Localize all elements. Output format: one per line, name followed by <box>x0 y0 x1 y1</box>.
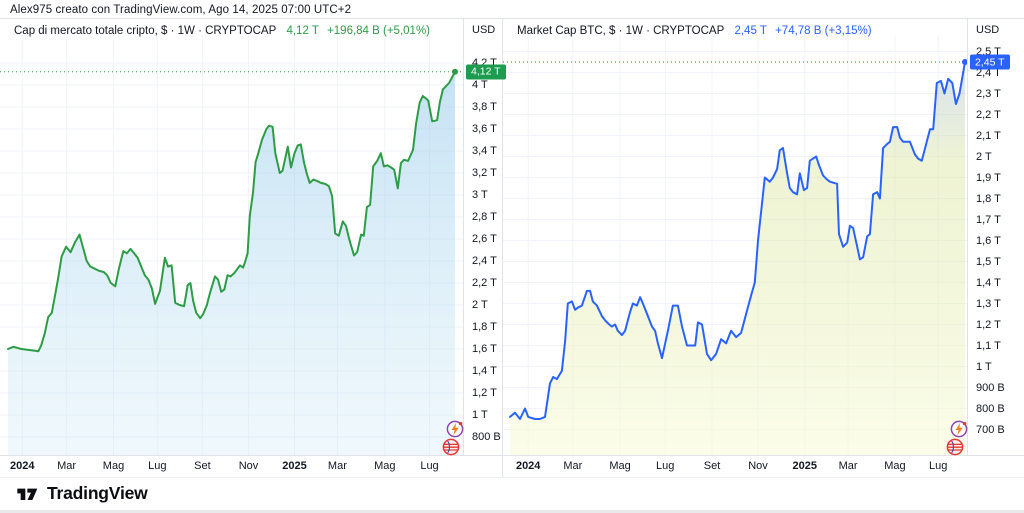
time-tick-label: Lug <box>656 460 674 472</box>
currency-label: USD <box>976 24 999 36</box>
attribution-text: Alex975 creato con TradingView.com, Ago … <box>10 4 351 16</box>
price-tick-label: 3,2 T <box>472 167 497 179</box>
last-value: 4,12 T <box>286 25 318 37</box>
time-tick-label: 2025 <box>793 460 817 472</box>
price-tick-label: 800 B <box>976 403 1005 415</box>
price-tick-label: 1,2 T <box>976 319 1001 331</box>
time-tick-label: Mar <box>839 460 858 472</box>
chart-widget: Cap di mercato totale cripto, $ · 1W · C… <box>0 18 1024 478</box>
globe-badge-icon[interactable] <box>946 438 964 456</box>
price-tick-label: 800 B <box>472 431 501 443</box>
price-tick-label: 700 B <box>976 424 1005 436</box>
price-tick-label: 2,2 T <box>472 277 497 289</box>
time-tick-label: Set <box>704 460 721 472</box>
price-tick-label: 900 B <box>976 382 1005 394</box>
price-tick-label: 1,4 T <box>976 277 1001 289</box>
currency-label: USD <box>472 24 495 36</box>
symbol-title: Cap di mercato totale cripto, $ · 1W · C… <box>14 25 276 37</box>
price-tick-label: 2,8 T <box>472 211 497 223</box>
price-tick-label: 1,8 T <box>472 321 497 333</box>
price-tick-label: 3 T <box>472 189 488 201</box>
price-tick-label: 3,8 T <box>472 101 497 113</box>
panel-header: Market Cap BTC, $ · 1W · CRYPTOCAP 2,45 … <box>517 25 872 37</box>
panel-header: Cap di mercato totale cripto, $ · 1W · C… <box>14 25 430 37</box>
time-tick-label: Nov <box>239 460 259 472</box>
price-tick-label: 1,6 T <box>472 343 497 355</box>
logo-text: TradingView <box>47 483 148 504</box>
price-tick-label: 2 T <box>976 151 992 163</box>
time-tick-label: 2025 <box>282 460 306 472</box>
globe-badge-icon[interactable] <box>442 438 460 456</box>
price-axis[interactable]: USD 2,45 T 2,5 T2,4 T2,3 T2,2 T2,1 T2 T1… <box>967 19 1024 456</box>
time-tick-label: Mar <box>328 460 347 472</box>
price-tick-label: 2,3 T <box>976 88 1001 100</box>
price-tick-label: 1,6 T <box>976 235 1001 247</box>
change-value: +196,84 B (+5,01%) <box>327 25 430 37</box>
price-tick-label: 1,1 T <box>976 340 1001 352</box>
tradingview-logo[interactable]: TradingView <box>16 483 148 504</box>
price-badge: 4,12 T <box>466 64 506 79</box>
price-tick-label: 2,1 T <box>976 130 1001 142</box>
time-tick-label: Lug <box>148 460 166 472</box>
price-tick-label: 1,5 T <box>976 256 1001 268</box>
time-tick-label: 2024 <box>10 460 34 472</box>
price-tick-label: 1,8 T <box>976 193 1001 205</box>
time-tick-label: Lug <box>420 460 438 472</box>
logo-mark-icon <box>16 484 40 504</box>
time-axis[interactable]: 2024 Mar Mag Lug Set Nov 2025 Mar Mag Lug <box>0 455 502 477</box>
price-tick-label: 2,4 T <box>472 255 497 267</box>
price-tick-label: 3,4 T <box>472 145 497 157</box>
time-tick-label: Mag <box>103 460 124 472</box>
time-tick-label: Nov <box>748 460 768 472</box>
lightning-badge-icon[interactable] <box>950 420 968 438</box>
time-tick-label: Set <box>194 460 211 472</box>
time-tick-label: Lug <box>929 460 947 472</box>
price-tick-label: 2 T <box>472 299 488 311</box>
total-crypto-chart-panel: Cap di mercato totale cripto, $ · 1W · C… <box>0 19 503 477</box>
price-tick-label: 1 T <box>472 409 488 421</box>
time-tick-label: 2024 <box>516 460 540 472</box>
time-tick-label: Mar <box>563 460 582 472</box>
price-tick-label: 1,4 T <box>472 365 497 377</box>
time-tick-label: Mag <box>609 460 630 472</box>
price-tick-label: 2,6 T <box>472 233 497 245</box>
time-tick-label: Mag <box>884 460 905 472</box>
price-badge: 2,45 T <box>970 55 1010 70</box>
price-tick-label: 4 T <box>472 79 488 91</box>
price-tick-label: 1,7 T <box>976 214 1001 226</box>
lightning-badge-icon[interactable] <box>446 420 464 438</box>
symbol-title: Market Cap BTC, $ · 1W · CRYPTOCAP <box>517 25 724 37</box>
last-value: 2,45 T <box>734 25 766 37</box>
time-tick-label: Mag <box>374 460 395 472</box>
btc-chart-panel: Market Cap BTC, $ · 1W · CRYPTOCAP 2,45 … <box>503 19 1024 477</box>
price-tick-label: 1,3 T <box>976 298 1001 310</box>
price-tick-label: 1,2 T <box>472 387 497 399</box>
price-axis[interactable]: USD 4,12 T 4,2 T4 T3,8 T3,6 T3,4 T3,2 T3… <box>463 19 502 456</box>
time-tick-label: Mar <box>57 460 76 472</box>
change-value: +74,78 B (+3,15%) <box>775 25 872 37</box>
plot-area[interactable] <box>503 19 967 459</box>
price-tick-label: 3,6 T <box>472 123 497 135</box>
price-tick-label: 2,2 T <box>976 109 1001 121</box>
plot-area[interactable] <box>0 19 463 459</box>
time-axis[interactable]: 2024 Mar Mag Lug Set Nov 2025 Mar Mag Lug <box>503 455 1024 477</box>
price-tick-label: 1 T <box>976 361 992 373</box>
price-tick-label: 1,9 T <box>976 172 1001 184</box>
